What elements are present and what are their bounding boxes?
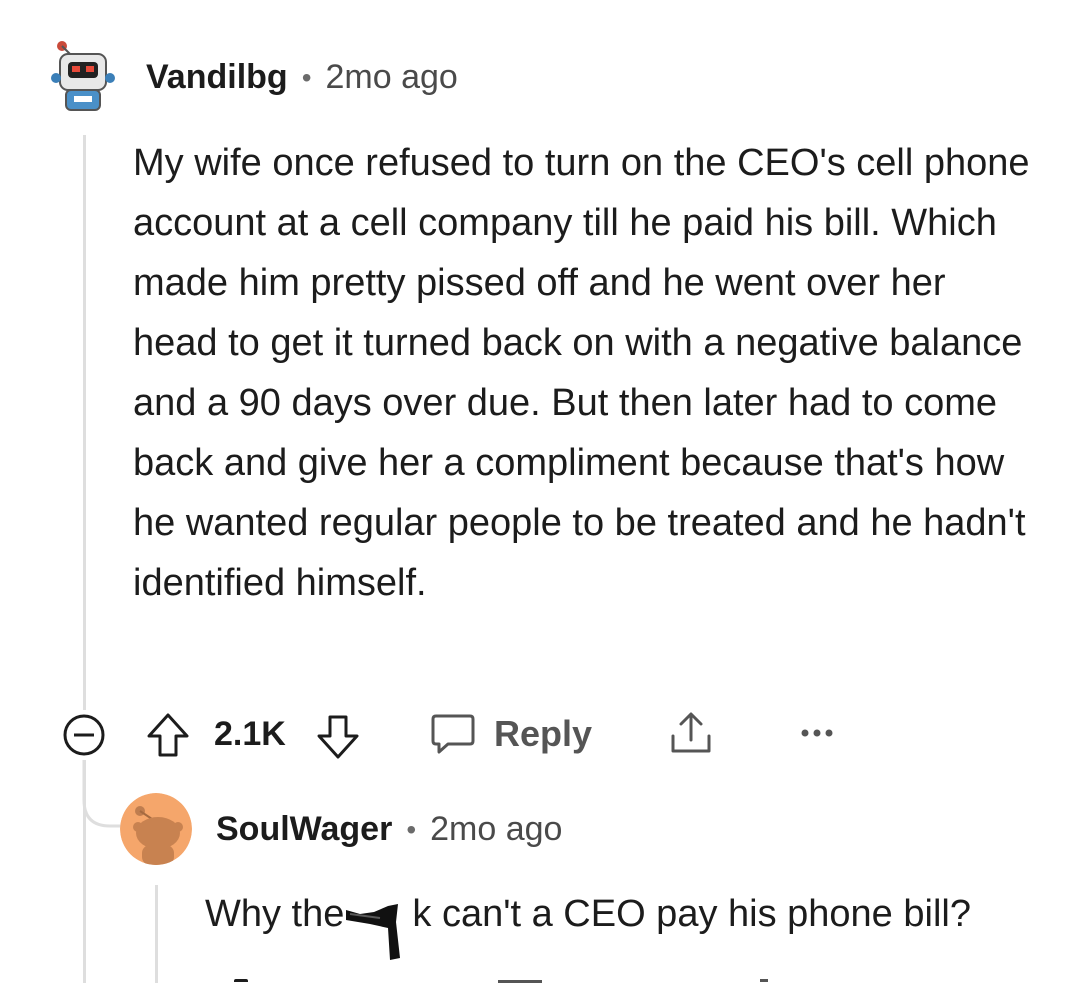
- thread-line-reply: [155, 885, 158, 983]
- collapse-button[interactable]: [62, 713, 106, 762]
- reply-meta-separator: •: [406, 813, 417, 845]
- reply-body-start: Why the: [205, 893, 345, 935]
- meta-separator: •: [301, 61, 312, 93]
- comment-meta: Vandilbg • 2mo ago: [146, 58, 458, 97]
- reply-body: Why the k can't a CEO pay his phone bill…: [205, 888, 971, 960]
- reply-meta: SoulWager • 2mo ago: [216, 810, 562, 849]
- downvote-button[interactable]: [316, 714, 360, 765]
- snoo-avatar-icon: [120, 793, 192, 865]
- avatar[interactable]: [50, 38, 116, 114]
- reply-label: Reply: [494, 713, 593, 754]
- thread-line-main: [83, 135, 86, 710]
- arrow-down-icon: [317, 715, 359, 759]
- reply-button[interactable]: Reply: [430, 712, 592, 756]
- timestamp: 2mo ago: [325, 58, 458, 96]
- comment-body: My wife once refused to turn on the CEO'…: [133, 142, 1030, 604]
- vote-count: 2.1K: [214, 715, 286, 753]
- censor-sticker-icon: [346, 904, 401, 960]
- reply-avatar[interactable]: [120, 793, 192, 865]
- share-button[interactable]: [668, 710, 714, 761]
- share-icon: [671, 712, 711, 753]
- more-options-button[interactable]: [800, 726, 834, 745]
- upvote-button[interactable]: [146, 712, 190, 763]
- more-dots-icon: [801, 729, 833, 737]
- reply-body-end: k can't a CEO pay his phone bill?: [412, 893, 971, 935]
- arrow-up-icon: [147, 713, 189, 757]
- reply-author-name[interactable]: SoulWager: [216, 810, 392, 849]
- speech-bubble-icon: [431, 714, 475, 754]
- reply-actions-partial: [226, 975, 786, 983]
- author-name[interactable]: Vandilbg: [146, 58, 288, 97]
- reply-timestamp: 2mo ago: [430, 810, 563, 848]
- censor-sticker: [344, 888, 412, 960]
- robot-avatar-icon: [51, 41, 115, 111]
- collapse-minus-icon: [63, 714, 105, 756]
